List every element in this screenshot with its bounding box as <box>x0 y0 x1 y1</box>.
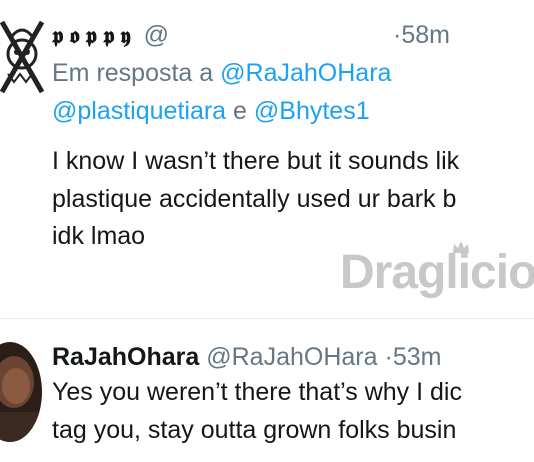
tweet[interactable]: RaJahOhara @RaJahOHara ·53m Yes you were… <box>0 320 534 462</box>
skull-x-avatar-icon <box>0 14 48 104</box>
crown-icon <box>453 241 469 253</box>
reply-context-continued: @plastiquetiara e @Bhytes1 <box>52 95 370 127</box>
reply-prefix: Em resposta a <box>52 59 214 87</box>
mention-link[interactable]: @plastiquetiara <box>52 97 226 125</box>
tweet-text-line: tag you, stay outta grown folks busin <box>52 416 457 444</box>
user-photo-icon <box>0 342 42 442</box>
user-handle[interactable]: @RaJahOHara <box>206 343 377 371</box>
watermark-logo: Draglicio <box>340 246 534 299</box>
display-name[interactable]: 𝖕𝖔𝖕𝖕𝖞 <box>52 23 137 49</box>
display-name[interactable]: RaJahOhara <box>52 343 199 371</box>
timestamp[interactable]: 58m <box>401 21 450 49</box>
tweet-text-line: plastique accidentally used ur bark b <box>52 185 457 213</box>
avatar[interactable] <box>0 14 48 104</box>
user-handle[interactable]: @ <box>144 21 169 49</box>
separator-dot: · <box>384 343 393 371</box>
tweet-text-line: Yes you weren’t there that’s why I dic <box>52 378 462 406</box>
mention-link[interactable]: @Bhytes1 <box>254 97 370 125</box>
mention-link[interactable]: @RaJahOHara <box>220 59 391 87</box>
tweet-text-line: idk lmao <box>52 222 146 250</box>
divider <box>0 318 534 319</box>
tweet-text-line: I know I wasn’t there but it sounds lik <box>52 147 460 175</box>
timestamp[interactable]: 53m <box>393 343 442 371</box>
reply-context: Em resposta a @RaJahOHara <box>52 57 391 89</box>
reply-joiner: e <box>233 97 247 125</box>
avatar[interactable] <box>0 342 42 442</box>
tweet-time: ·58m <box>393 20 450 50</box>
tweet-header: RaJahOhara @RaJahOHara ·53m <box>52 342 441 372</box>
tweet-header: 𝖕𝖔𝖕𝖕𝖞 @ <box>52 20 169 51</box>
